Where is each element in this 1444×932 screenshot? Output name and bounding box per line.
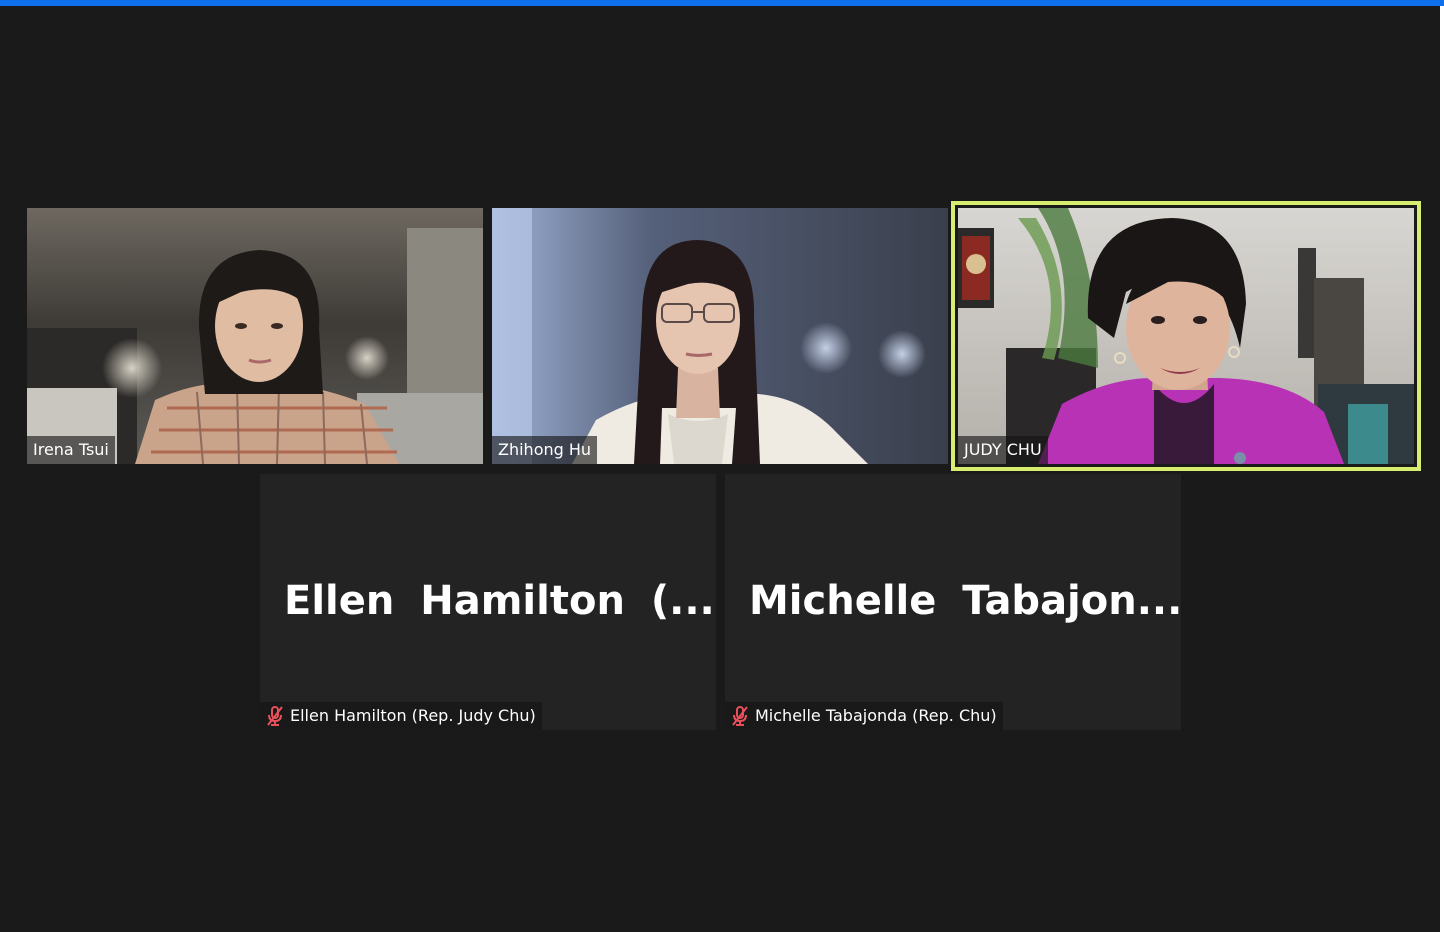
participant-name: Michelle Tabajonda (Rep. Chu) — [755, 706, 997, 725]
participant-name-tag: JUDY CHU — [958, 436, 1048, 464]
window-right-edge — [1440, 6, 1444, 932]
participant-tile-irena-tsui[interactable]: Irena Tsui — [27, 208, 483, 464]
participant-name: Ellen Hamilton (Rep. Judy Chu) — [290, 706, 536, 725]
microphone-muted-icon — [732, 706, 748, 726]
participant-tile-zhihong-hu[interactable]: Zhihong Hu — [492, 208, 948, 464]
participant-display-name: Michelle Tabajon... — [749, 578, 1181, 624]
window-top-accent-bar — [0, 0, 1444, 6]
participant-display-name: Ellen Hamilton (... — [284, 578, 715, 624]
participant-tile-michelle-tabajonda[interactable]: Michelle Tabajon... Michelle Tabajonda (… — [725, 474, 1181, 730]
participant-tile-ellen-hamilton[interactable]: Ellen Hamilton (... Ellen Hamilton (Rep.… — [260, 474, 716, 730]
participant-name-tag: Irena Tsui — [27, 436, 115, 464]
participant-video-zhihong-hu — [492, 208, 948, 464]
participant-name-tag: Michelle Tabajonda (Rep. Chu) — [725, 702, 1003, 730]
participant-name-tag: Ellen Hamilton (Rep. Judy Chu) — [260, 702, 542, 730]
participant-name: JUDY CHU — [964, 440, 1042, 459]
participant-video-irena-tsui — [27, 208, 483, 464]
participant-name-tag: Zhihong Hu — [492, 436, 598, 464]
participant-name: Zhihong Hu — [498, 440, 592, 459]
participant-name: Irena Tsui — [33, 440, 109, 459]
microphone-muted-icon — [267, 706, 283, 726]
participant-video-judy-chu — [958, 208, 1414, 464]
participant-tile-judy-chu[interactable]: JUDY CHU — [951, 201, 1421, 471]
